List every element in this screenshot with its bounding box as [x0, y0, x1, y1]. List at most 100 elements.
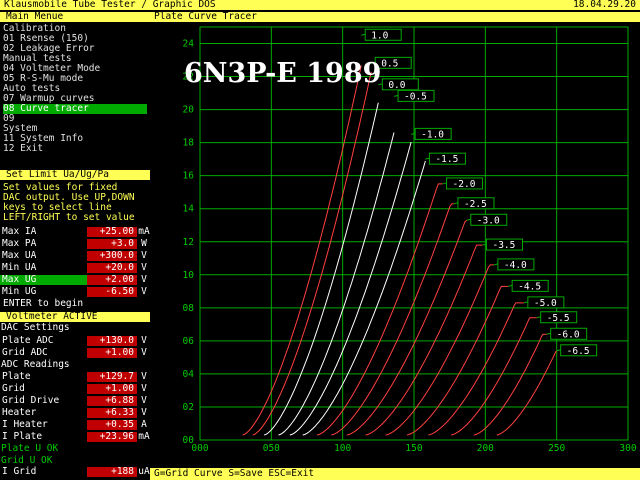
limit-label: Max IA — [0, 227, 88, 237]
curve-label-leader — [466, 218, 471, 221]
adc-unit: V — [138, 396, 150, 406]
curve-label: -3.0 — [477, 215, 500, 226]
adc-row[interactable]: I Plate +23.96 mA — [0, 432, 150, 443]
y-tick-label: 20 — [183, 105, 195, 116]
adc-row[interactable]: I Heater +0.35 A — [0, 420, 150, 431]
adc-value: +129.7 — [87, 372, 137, 382]
y-tick-label: 18 — [183, 138, 195, 149]
limit-row[interactable]: Min UA +20.0 V — [0, 263, 150, 274]
curve-label-leader — [546, 332, 551, 335]
limit-value: +20.0 — [87, 263, 137, 273]
curve-label-leader — [425, 157, 430, 160]
curve-label: -4.5 — [518, 281, 541, 292]
curve-label-leader — [442, 182, 447, 185]
y-tick-label: 06 — [183, 336, 195, 347]
x-tick-label: 150 — [405, 443, 422, 454]
dac-settings-header: DAC Settings — [1, 322, 70, 333]
curve-1.0 — [242, 65, 362, 436]
limit-unit: V — [138, 263, 150, 273]
adc-row[interactable]: Heater +6.33 V — [0, 408, 150, 419]
curve-label: -4.0 — [504, 260, 527, 271]
curve-label: 0.5 — [381, 58, 398, 69]
plate-curve-chart: 00020406081012141618202224000 050 100 150 20… — [183, 26, 637, 454]
limit-unit: V — [138, 275, 150, 285]
y-tick-label: 08 — [183, 303, 195, 314]
curve-label: -5.5 — [547, 313, 570, 324]
x-tick-label: 000 — [191, 443, 208, 454]
curve--4.5 — [406, 285, 509, 436]
dac-unit: V — [138, 348, 150, 358]
adc-unit: V — [138, 372, 150, 382]
y-tick-label: 16 — [183, 171, 195, 182]
curve-label: -0.5 — [404, 91, 427, 102]
adc-label: Plate — [0, 372, 88, 382]
adc-unit: mA — [138, 431, 150, 442]
dac-row[interactable]: Grid ADC +1.00 V — [0, 348, 150, 359]
igrid-label: I Grid — [0, 467, 88, 477]
grid-status: Grid U OK — [1, 455, 53, 466]
curve--1.0 — [289, 141, 412, 436]
adc-value: +6.88 — [87, 396, 137, 406]
curve-label-leader — [393, 94, 399, 97]
igrid-value: +188 — [87, 467, 137, 477]
adc-label: I Plate — [0, 432, 88, 442]
curve--5.5 — [451, 317, 537, 436]
date-display: 18.04.29.20 — [573, 0, 636, 10]
set-limit-header: Set Limit Ua/Ug/Pa — [0, 170, 150, 180]
curve-label: -3.5 — [492, 240, 515, 251]
y-tick-label: 24 — [183, 39, 195, 50]
adc-value: +6.33 — [87, 408, 137, 418]
limit-label: Min UG — [0, 287, 88, 297]
adc-label: I Heater — [0, 420, 88, 430]
curve--5.0 — [428, 302, 524, 436]
voltmeter-header: Voltmeter ACTIVE — [0, 312, 150, 322]
limit-label: Min UA — [0, 263, 88, 273]
x-tick-label: 100 — [334, 443, 351, 454]
plot-footer: G=Grid Curve S=Save ESC=Exit — [150, 468, 640, 480]
curve-label-leader — [523, 301, 528, 304]
curve-label-leader — [453, 202, 459, 205]
y-tick-label: 14 — [183, 204, 195, 215]
curve-label: -6.5 — [567, 346, 590, 357]
app-title: Klausmobile Tube Tester / Graphic DOS — [4, 0, 216, 10]
enter-hint: ENTER to begin — [3, 298, 84, 309]
plot-area: 00 02 04 06 08 10 12 14 16 18 20 22 24 000 050 100 150 20… — [150, 22, 640, 468]
main-menu-header: Main Menue — [0, 12, 150, 22]
adc-unit: A — [138, 420, 150, 430]
limit-value: -6.50 — [87, 287, 137, 297]
curve--1.5 — [302, 160, 426, 436]
curve--6.5 — [496, 350, 558, 436]
dac-value: +1.00 — [87, 348, 137, 358]
limit-row[interactable]: Min UG -6.50 V — [0, 287, 150, 298]
adc-unit: V — [138, 384, 150, 394]
help-line-4: LEFT/RIGHT to set value — [3, 212, 135, 223]
limit-row[interactable]: Max PA +3.0 W — [0, 239, 150, 250]
curve-label: -2.5 — [464, 199, 487, 210]
curve-label-leader — [536, 316, 541, 319]
limit-row[interactable]: Max UG +2.00 V — [0, 275, 150, 286]
dac-row[interactable]: Plate ADC +130.0 V — [0, 336, 150, 347]
y-tick-label: 10 — [183, 270, 195, 281]
curve--3.0 — [346, 219, 468, 436]
curve-label: -6.0 — [557, 329, 580, 340]
limit-unit: V — [138, 251, 150, 261]
adc-unit: V — [138, 408, 150, 418]
igrid-unit: uA — [138, 466, 150, 477]
dac-label: Grid ADC — [0, 348, 88, 358]
plate-status: Plate U OK — [1, 443, 59, 454]
curve-label: -1.5 — [435, 154, 458, 165]
adc-row[interactable]: Plate +129.7 V — [0, 372, 150, 383]
curve--6.0 — [473, 333, 547, 436]
adc-row[interactable]: Grid Drive +6.88 V — [0, 396, 150, 407]
menu-item-12[interactable]: 12 Exit — [3, 144, 147, 154]
limit-value: +300.0 — [87, 251, 137, 261]
adc-row[interactable]: Grid +1.00 V — [0, 384, 150, 395]
menu-item-8[interactable]: 08 Curve tracer — [3, 104, 147, 114]
limit-row[interactable]: Max IA +25.00 mA — [0, 227, 150, 238]
adc-label: Grid — [0, 384, 88, 394]
x-tick-label: 050 — [263, 443, 280, 454]
limit-value: +25.00 — [87, 227, 137, 237]
limit-row[interactable]: Max UA +300.0 V — [0, 251, 150, 262]
limit-unit: W — [138, 239, 150, 249]
adc-value: +1.00 — [87, 384, 137, 394]
